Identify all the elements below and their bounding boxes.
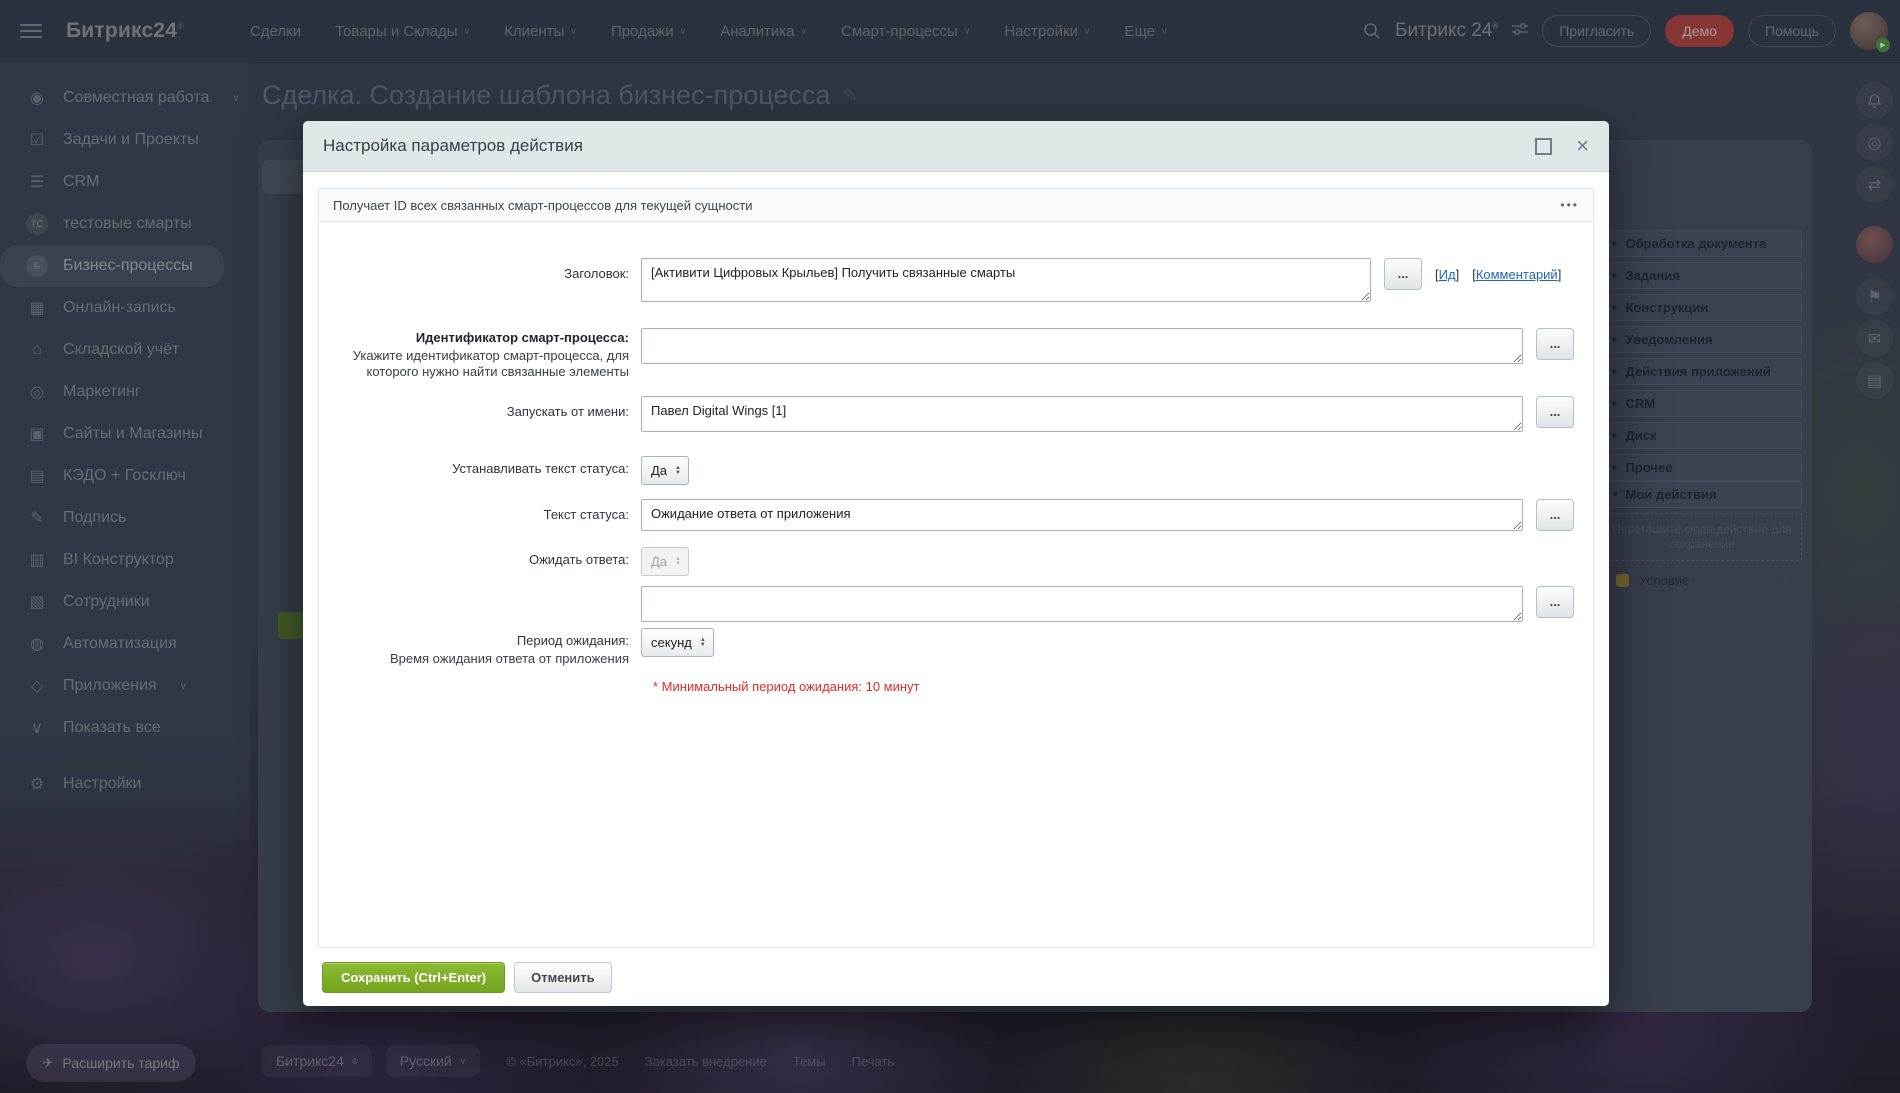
modal-title: Настройка параметров действия bbox=[323, 136, 583, 155]
form-row-smart-id: Идентификатор смарт-процесса: Укажите иде… bbox=[319, 328, 1593, 380]
wait-period-select[interactable]: секунд ▲ ▼ bbox=[641, 628, 714, 657]
action-description: Получает ID всех связанных смарт-процесс… bbox=[333, 197, 753, 213]
select-arrows-icon: ▲ ▼ bbox=[699, 636, 706, 648]
wait-period-label: Период ожидания: Время ожидания ответа от… bbox=[319, 628, 641, 667]
title-field[interactable]: [Активити Цифровых Крыльев] Получить свя… bbox=[641, 258, 1371, 302]
action-description-bar: Получает ID всех связанных смарт-процесс… bbox=[318, 188, 1594, 222]
run-as-dots-button[interactable]: ... bbox=[1536, 396, 1574, 428]
extra-field-label bbox=[319, 586, 641, 594]
extra-field[interactable] bbox=[641, 586, 1523, 622]
bitrix24-app: Битрикс24® Сделки Товары и Склады ∨ Клиен… bbox=[0, 0, 1900, 1093]
min-period-warning: * Минимальный период ожидания: 10 минут bbox=[653, 679, 920, 694]
settings-form: Заголовок: [Активити Цифровых Крыльев] П… bbox=[318, 222, 1594, 948]
run-as-field[interactable]: Павел Digital Wings [1] bbox=[641, 396, 1523, 432]
comment-link[interactable]: Комментарий bbox=[1476, 267, 1558, 282]
form-row-wait-answer: Ожидать ответа: Да ▲ ▼ bbox=[319, 547, 1593, 576]
action-settings-modal: Настройка параметров действия × Получает… bbox=[303, 121, 1609, 1006]
status-text-label: Текст статуса: bbox=[543, 507, 629, 522]
form-row-set-status: Устанавливать текст статуса: Да ▲ ▼ bbox=[319, 456, 1593, 485]
set-status-select[interactable]: Да ▲ ▼ bbox=[641, 456, 689, 485]
wait-answer-label: Ожидать ответа: bbox=[528, 552, 629, 567]
id-link[interactable]: Ид bbox=[1439, 267, 1456, 282]
modal-header: Настройка параметров действия × bbox=[303, 121, 1609, 172]
close-icon[interactable]: × bbox=[1576, 135, 1589, 157]
smart-id-description: Укажите идентификатор смарт-процесса, дл… bbox=[352, 348, 629, 379]
smart-id-dots-button[interactable]: ... bbox=[1536, 328, 1574, 360]
form-row-status-text: Текст статуса: Ожидание ответа от прилож… bbox=[319, 499, 1593, 531]
select-arrows-icon: ▲ ▼ bbox=[675, 555, 681, 567]
wait-answer-select[interactable]: Да ▲ ▼ bbox=[641, 547, 689, 576]
set-status-label: Устанавливать текст статуса: bbox=[452, 461, 629, 476]
comment-link-wrap: [Комментарий] bbox=[1472, 267, 1562, 282]
cancel-button[interactable]: Отменить bbox=[514, 961, 612, 993]
modal-body: Получает ID всех связанных смарт-процесс… bbox=[303, 172, 1609, 948]
more-menu-icon[interactable]: ••• bbox=[1560, 198, 1579, 212]
title-label: Заголовок: bbox=[564, 266, 629, 281]
wait-period-description: Время ожидания ответа от приложения bbox=[389, 651, 629, 666]
title-dots-button[interactable]: ... bbox=[1384, 258, 1422, 290]
status-text-field[interactable]: Ожидание ответа от приложения bbox=[641, 499, 1523, 531]
smart-id-label: Идентификатор смарт-процесса: Укажите иде… bbox=[319, 328, 641, 380]
form-row-title: Заголовок: [Активити Цифровых Крыльев] П… bbox=[319, 258, 1593, 302]
smart-id-field[interactable] bbox=[641, 328, 1523, 364]
modal-footer: Сохранить (Ctrl+Enter) Отменить bbox=[303, 948, 1609, 1006]
select-arrows-icon: ▲ ▼ bbox=[675, 464, 681, 476]
id-link-wrap: [Ид] bbox=[1435, 267, 1460, 282]
maximize-icon[interactable] bbox=[1535, 137, 1553, 155]
form-row-wait-period: Период ожидания: Время ожидания ответа от… bbox=[319, 628, 1593, 667]
form-row-extra: ... bbox=[319, 586, 1593, 622]
form-row-run-as: Запускать от имени: Павел Digital Wings … bbox=[319, 396, 1593, 432]
extra-dots-button[interactable]: ... bbox=[1536, 586, 1574, 618]
run-as-label: Запускать от имени: bbox=[506, 404, 629, 419]
save-button[interactable]: Сохранить (Ctrl+Enter) bbox=[322, 961, 506, 993]
status-text-dots-button[interactable]: ... bbox=[1536, 499, 1574, 531]
